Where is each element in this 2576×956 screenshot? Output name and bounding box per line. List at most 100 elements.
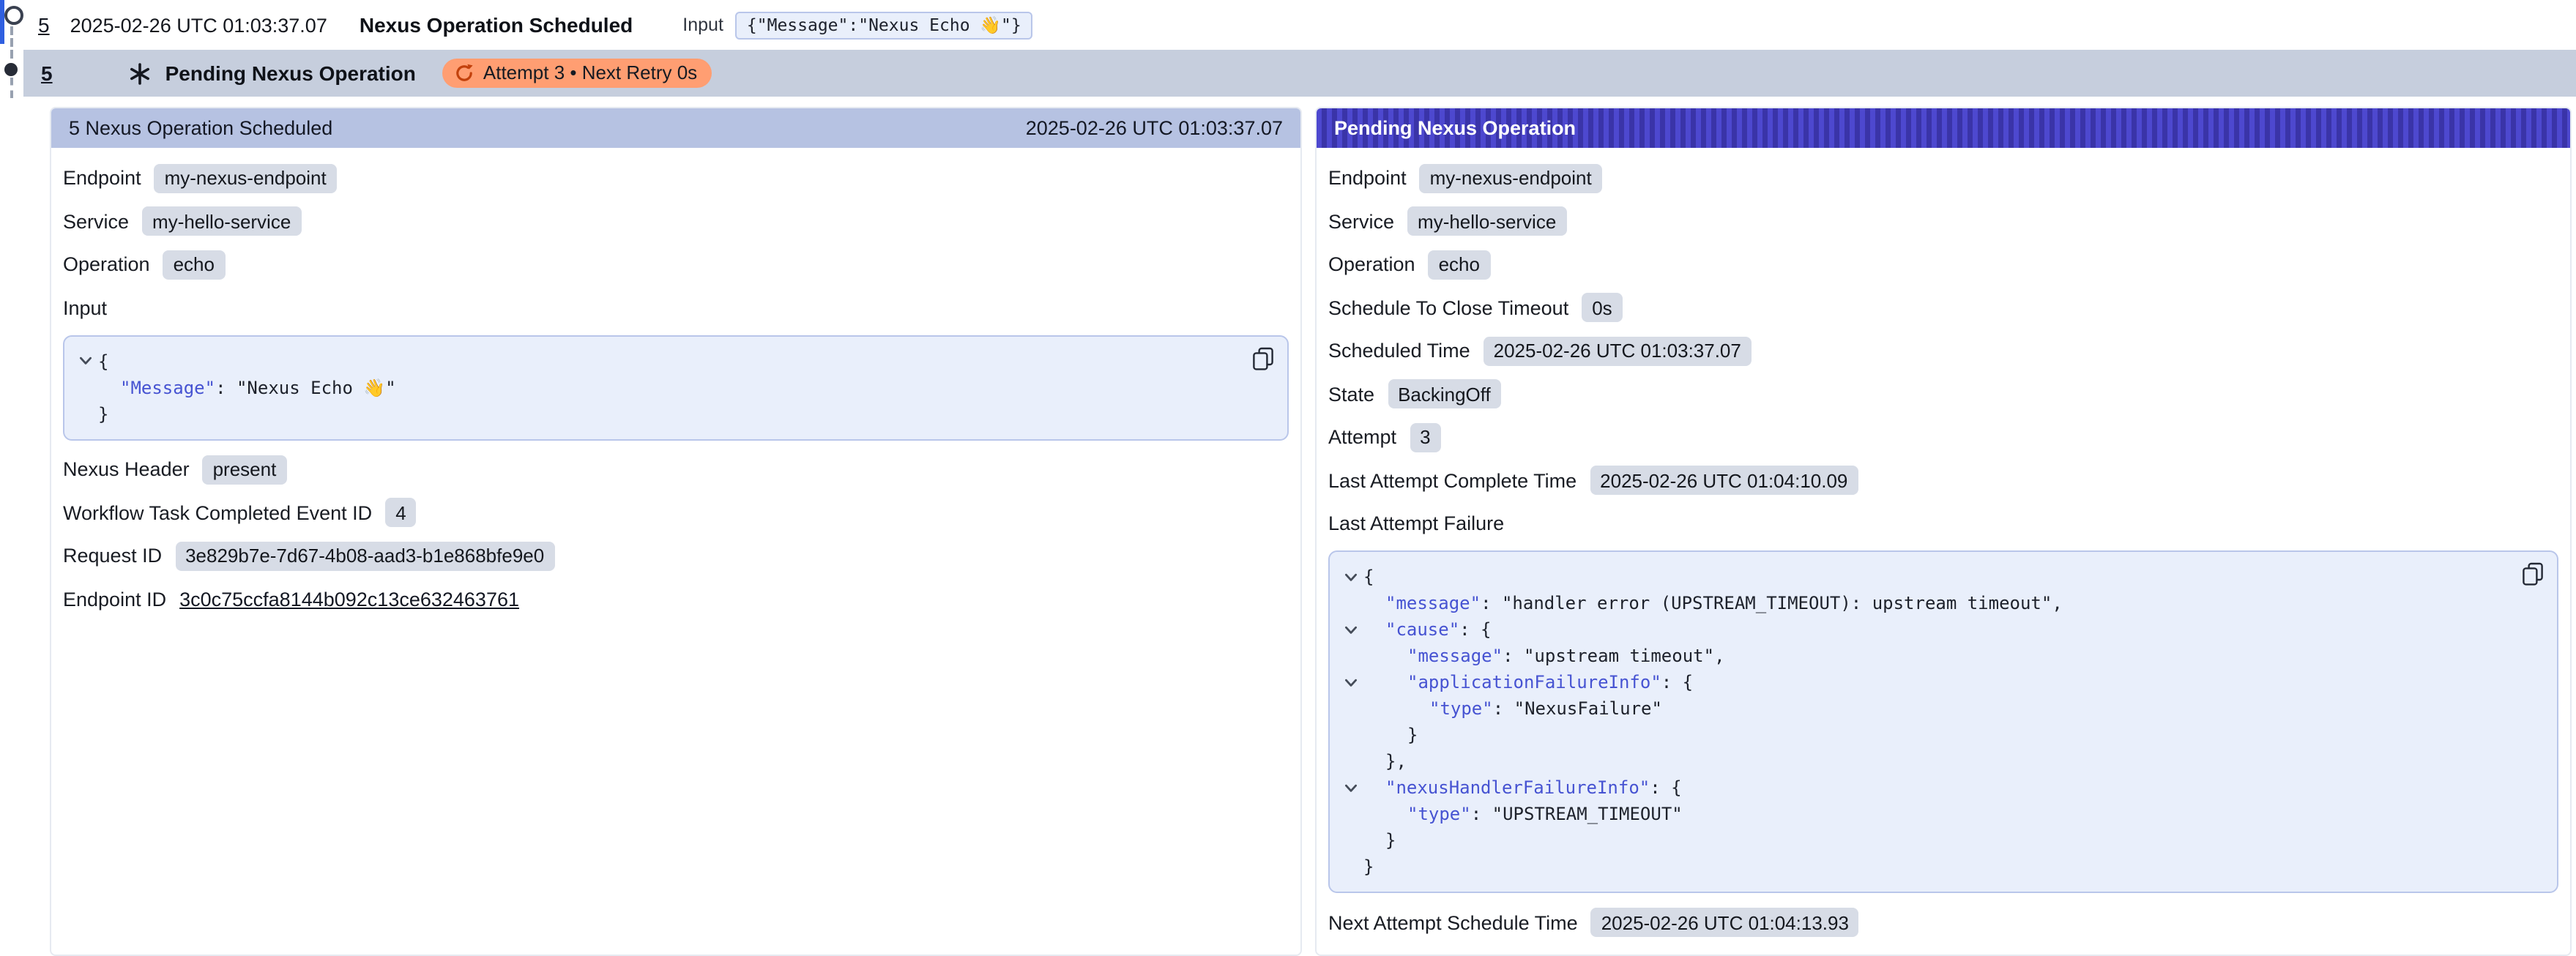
code-gutter-spacer bbox=[1339, 801, 1363, 827]
event-row-nexus-operation-scheduled[interactable]: 5 2025-02-26 UTC 01:03:37.07 Nexus Opera… bbox=[0, 0, 2576, 50]
scheduled-panel-title: 5 Nexus Operation Scheduled bbox=[69, 117, 332, 139]
json-token: "NexusFailure" bbox=[1514, 698, 1662, 719]
field-value-badge: present bbox=[203, 455, 287, 484]
json-token: "handler error (UPSTREAM_TIMEOUT): upstr… bbox=[1502, 593, 2052, 613]
field-value-link[interactable]: 3c0c75ccfa8144b092c13ce632463761 bbox=[179, 588, 519, 610]
field-label: Service bbox=[63, 210, 129, 232]
copy-button[interactable] bbox=[1252, 346, 1274, 374]
code-content: "type": "UPSTREAM_TIMEOUT" bbox=[1363, 801, 1683, 827]
json-token: , bbox=[1714, 646, 1724, 666]
code-content: } bbox=[1363, 722, 1418, 748]
code-line: "Message": "Nexus Echo 👋" bbox=[73, 374, 1229, 400]
event-id-link[interactable]: 5 bbox=[41, 61, 53, 85]
json-token: { bbox=[98, 351, 108, 371]
field-row-endpoint: Endpoint my-nexus-endpoint bbox=[1328, 162, 2558, 194]
code-content: }, bbox=[1363, 748, 1407, 774]
collapse-arrow-icon[interactable] bbox=[1339, 669, 1363, 695]
nexus-asterisk-icon bbox=[129, 62, 151, 84]
json-token: : bbox=[215, 377, 237, 397]
json-token: "cause" bbox=[1385, 619, 1459, 640]
code-lines: { "Message": "Nexus Echo 👋"} bbox=[73, 348, 1229, 427]
json-token: } bbox=[1407, 725, 1418, 745]
code-gutter-spacer bbox=[1339, 854, 1363, 880]
json-token: "message" bbox=[1407, 646, 1503, 666]
scheduled-panel-header: 5 Nexus Operation Scheduled 2025-02-26 U… bbox=[51, 108, 1300, 148]
field-label: Endpoint bbox=[1328, 167, 1407, 189]
json-token: "message" bbox=[1385, 593, 1481, 613]
pending-panel-header: Pending Nexus Operation bbox=[1317, 108, 2570, 148]
json-code-block: { "message": "handler error (UPSTREAM_TIM… bbox=[1328, 550, 2558, 893]
field-value-badge: 4 bbox=[385, 498, 416, 527]
copy-button[interactable] bbox=[2522, 562, 2544, 590]
field-row-schedule-to-close-timeout: Schedule To Close Timeout0s bbox=[1328, 291, 2558, 324]
event-id-link[interactable]: 5 bbox=[38, 13, 50, 37]
code-gutter-spacer bbox=[73, 374, 98, 400]
json-token: : { bbox=[1661, 672, 1693, 692]
json-token: : { bbox=[1650, 777, 1681, 798]
code-content: "type": "NexusFailure" bbox=[1363, 695, 1662, 722]
json-token: , bbox=[2052, 593, 2062, 613]
event-row-pending-nexus-operation[interactable]: 5 Pending Nexus Operation Attempt 3 • Ne… bbox=[23, 50, 2576, 97]
code-line: } bbox=[1339, 722, 2498, 748]
timeline-event-marker-filled bbox=[4, 63, 18, 76]
scheduled-event-panel: 5 Nexus Operation Scheduled 2025-02-26 U… bbox=[50, 107, 1302, 956]
field-label: Endpoint bbox=[63, 167, 141, 189]
collapse-arrow-icon[interactable] bbox=[1339, 774, 1363, 801]
field-row-scheduled-time: Scheduled Time2025-02-26 UTC 01:03:37.07 bbox=[1328, 335, 2558, 367]
field-value-badge: my-nexus-endpoint bbox=[1420, 163, 1602, 193]
code-line: } bbox=[1339, 854, 2498, 880]
attempt-retry-text: Attempt 3 • Next Retry 0s bbox=[483, 62, 697, 84]
code-line: "cause": { bbox=[1339, 616, 2498, 643]
field-row-input: Input bbox=[63, 291, 1289, 324]
json-token: : bbox=[1503, 646, 1524, 666]
field-value-badge: 3 bbox=[1410, 422, 1440, 452]
field-row-nexus-header: Nexus Headerpresent bbox=[63, 453, 1289, 485]
field-value-badge: echo bbox=[163, 250, 225, 279]
field-label: Last Attempt Complete Time bbox=[1328, 469, 1577, 491]
code-line: }, bbox=[1339, 748, 2498, 774]
code-line: "message": "handler error (UPSTREAM_TIME… bbox=[1339, 590, 2498, 616]
code-content: "applicationFailureInfo": { bbox=[1363, 669, 1693, 695]
collapse-arrow-icon[interactable] bbox=[73, 348, 98, 374]
timeline-event-marker-open bbox=[4, 6, 23, 25]
json-token: "Message" bbox=[120, 377, 215, 397]
collapse-arrow-icon[interactable] bbox=[1339, 564, 1363, 590]
code-line: "message": "upstream timeout", bbox=[1339, 643, 2498, 669]
field-label: Operation bbox=[63, 253, 150, 275]
field-row-operation: Operation echo bbox=[63, 248, 1289, 280]
json-token: } bbox=[98, 403, 108, 424]
pending-operation-panel: Pending Nexus Operation Endpoint my-nexus… bbox=[1315, 107, 2572, 956]
code-line: { bbox=[1339, 564, 2498, 590]
json-token: "type" bbox=[1407, 804, 1471, 824]
code-gutter-spacer bbox=[1339, 722, 1363, 748]
field-label: Endpoint ID bbox=[63, 588, 166, 610]
json-token: : bbox=[1471, 804, 1492, 824]
code-content: } bbox=[1363, 827, 1396, 854]
field-value-badge: my-hello-service bbox=[142, 206, 301, 236]
json-token: "nexusHandlerFailureInfo" bbox=[1385, 777, 1650, 798]
json-token: "UPSTREAM_TIMEOUT" bbox=[1492, 804, 1683, 824]
code-line: "nexusHandlerFailureInfo": { bbox=[1339, 774, 2498, 801]
pending-panel-title: Pending Nexus Operation bbox=[1334, 117, 1576, 139]
json-token: "upstream timeout" bbox=[1524, 646, 1714, 666]
field-row-last-attempt-complete-time: Last Attempt Complete Time 2025-02-26 UTC… bbox=[1328, 464, 2558, 496]
code-content: "cause": { bbox=[1363, 616, 1492, 643]
field-label: Last Attempt Failure bbox=[1328, 512, 1504, 534]
code-line: } bbox=[73, 400, 1229, 427]
code-gutter-spacer bbox=[73, 400, 98, 427]
field-value-badge: 2025-02-26 UTC 01:04:10.09 bbox=[1590, 466, 1858, 495]
json-token: { bbox=[1363, 567, 1374, 587]
input-label: Input bbox=[682, 15, 723, 35]
code-content: } bbox=[98, 400, 108, 427]
field-label: State bbox=[1328, 383, 1374, 405]
field-row-request-id: Request ID3e829b7e-7d67-4b08-aad3-b1e868… bbox=[63, 539, 1289, 572]
json-code-block: { "Message": "Nexus Echo 👋"} bbox=[63, 335, 1289, 440]
collapse-arrow-icon[interactable] bbox=[1339, 616, 1363, 643]
json-token: } bbox=[1385, 830, 1396, 851]
code-line: "applicationFailureInfo": { bbox=[1339, 669, 2498, 695]
code-line: } bbox=[1339, 827, 2498, 854]
pending-panel-fields: Endpointmy-nexus-endpointServicemy-hello… bbox=[1317, 148, 2570, 956]
code-gutter-spacer bbox=[1339, 748, 1363, 774]
field-label: Input bbox=[63, 296, 107, 318]
field-label: Request ID bbox=[63, 545, 162, 567]
